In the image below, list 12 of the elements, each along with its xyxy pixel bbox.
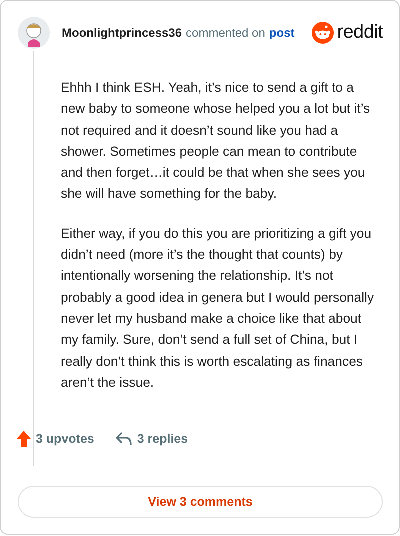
reply-icon xyxy=(116,432,132,446)
brand-name: reddit xyxy=(337,22,383,44)
view-comments-button[interactable]: View 3 comments xyxy=(18,486,383,518)
comment-paragraph: Either way, if you do this you are prioritizing a gift you didn’t need (more it’s the thought that counts) by intentionally worsening the relationship. It’s not probably a good idea in genera but I would personally never let my husband make a choice like that about my family. Sure, don’t send a full set of China, but I really don’t think this is worth escalating as finances aren’t the issue. xyxy=(61,224,376,392)
upvotes-count[interactable]: 3 upvotes xyxy=(17,431,94,448)
avatar-icon xyxy=(18,17,50,49)
action-text: commented on xyxy=(186,26,266,40)
replies-count[interactable]: 3 replies xyxy=(116,431,188,448)
comment-paragraph: Ehhh I think ESH. Yeah, it’s nice to send a gift to a new baby to someone whose helped you a lot but it’s not required and it doesn’t sound like you had a shower. Sometimes people can mean to contribute and then forget…it could be that when she sees you she will have something for the baby. xyxy=(61,79,372,204)
reddit-logo-icon xyxy=(312,22,334,44)
author-name[interactable]: Moonlightprincess36 xyxy=(62,26,182,40)
post-link[interactable]: post xyxy=(269,26,295,40)
